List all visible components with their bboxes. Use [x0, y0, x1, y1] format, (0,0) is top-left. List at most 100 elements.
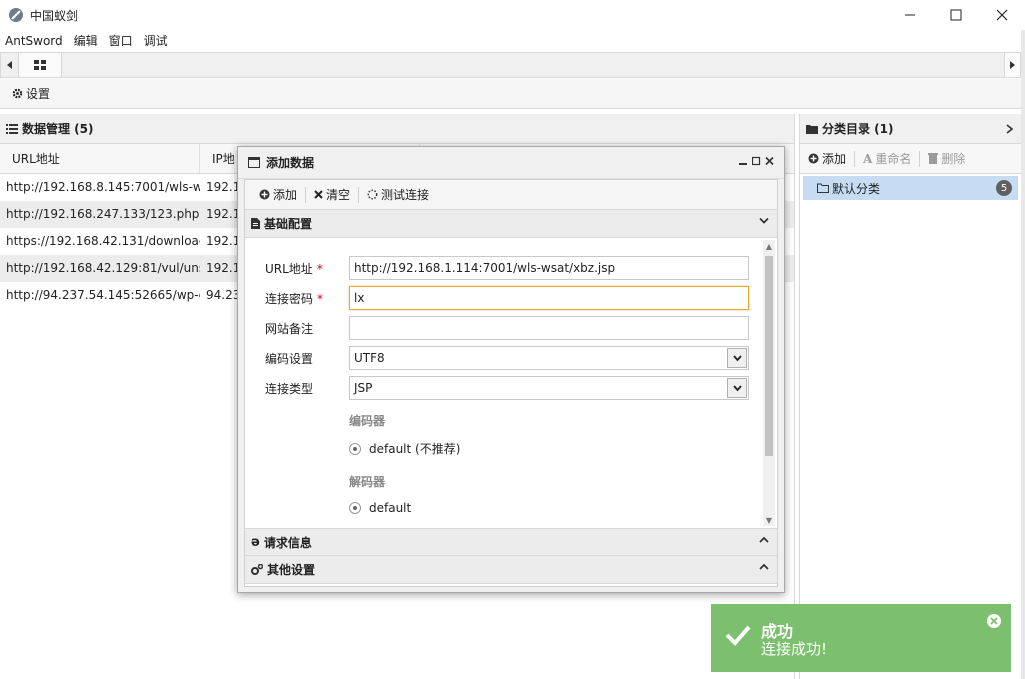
section-basic-config[interactable]: 基础配置	[245, 210, 777, 238]
row-url: http://192.168.8.145:7001/wls-wsat/xbz.j…	[6, 180, 200, 194]
dialog-test-connection-button[interactable]: 测试连接	[359, 186, 437, 203]
category-count-badge: 5	[996, 180, 1012, 196]
dialog-clear-button[interactable]: 清空	[306, 186, 358, 203]
url-row: URL地址 * http://192.168.1.114:7001/wls-wsa…	[245, 255, 761, 281]
tab-scroll-left-button[interactable]	[1, 53, 19, 77]
dialog-title-bar[interactable]: 添加数据	[238, 147, 784, 179]
row-url: http://192.168.247.133/123.php	[6, 207, 200, 221]
category-delete-button[interactable]: 删除	[920, 150, 973, 167]
url-input[interactable]: http://192.168.1.114:7001/wls-wsat/xbz.j…	[349, 256, 749, 280]
caret-right-icon	[1009, 61, 1015, 69]
note-label: 网站备注	[265, 321, 314, 336]
encoder-option-default[interactable]: default (不推荐)	[349, 440, 460, 457]
tab-scroll-right-button[interactable]	[1004, 53, 1020, 77]
window-title: 中国蚁剑	[30, 8, 79, 23]
category-item-default[interactable]: 默认分类 5	[803, 176, 1018, 200]
type-value: JSP	[354, 381, 373, 395]
dialog-add-button[interactable]: 添加	[251, 186, 305, 203]
encoding-row: 编码设置 UTF8	[245, 345, 761, 371]
radio-icon[interactable]	[349, 442, 361, 455]
settings-button[interactable]: 设置	[12, 85, 50, 102]
section-request-info[interactable]: ə 请求信息	[245, 528, 777, 556]
decoder-heading: 解码器	[349, 475, 386, 489]
checkmark-icon	[725, 625, 751, 646]
section-request-label: 请求信息	[263, 535, 312, 550]
decoder-option-default[interactable]: default	[349, 501, 411, 515]
chevron-right-icon[interactable]	[1006, 124, 1013, 134]
basic-config-form: URL地址 * http://192.168.1.114:7001/wls-wsa…	[245, 238, 777, 528]
scroll-up-icon[interactable]: ▲	[763, 240, 775, 252]
menu-edit[interactable]: 编辑	[69, 30, 104, 52]
dialog-test-label: 测试连接	[381, 188, 430, 202]
close-icon	[314, 190, 323, 199]
scrollbar-thumb[interactable]	[765, 256, 773, 456]
list-icon	[6, 123, 18, 134]
row-url: http://192.168.42.129:81/vul/unsafeuploa…	[6, 261, 200, 275]
tab-home[interactable]	[19, 53, 62, 77]
data-manager-header: 数据管理 (5)	[0, 114, 794, 144]
encoding-value: UTF8	[354, 351, 385, 365]
row-ip: 192.1	[206, 234, 240, 248]
type-select[interactable]: JSP	[349, 376, 749, 400]
password-input[interactable]: lx	[349, 286, 749, 310]
row-ip: 192.1	[206, 180, 240, 194]
encoding-select[interactable]: UTF8	[349, 346, 749, 370]
column-header-url[interactable]: URL地址	[0, 144, 200, 173]
window-icon	[248, 157, 260, 168]
category-add-button[interactable]: 添加	[800, 150, 854, 167]
encoding-label: 编码设置	[265, 351, 314, 366]
password-row: 连接密码 * lx	[245, 285, 761, 311]
row-ip: 94.23	[206, 288, 240, 302]
folder-icon	[806, 124, 818, 134]
category-add-label: 添加	[822, 152, 847, 166]
radio-icon[interactable]	[349, 502, 361, 514]
dialog-close-button[interactable]	[765, 155, 774, 169]
close-icon	[990, 617, 998, 625]
section-other-settings[interactable]: 其他设置	[245, 556, 777, 584]
note-row: 网站备注	[245, 315, 761, 341]
scroll-down-icon[interactable]: ▼	[763, 514, 775, 526]
dialog-add-label: 添加	[273, 188, 298, 202]
folder-open-icon	[817, 183, 829, 193]
note-input[interactable]	[349, 316, 749, 340]
settings-label: 设置	[26, 87, 51, 101]
dropdown-button[interactable]	[727, 348, 747, 368]
form-scrollbar[interactable]: ▲ ▼	[763, 240, 775, 526]
caret-left-icon	[6, 61, 12, 69]
maximize-button[interactable]	[933, 0, 979, 30]
menu-debug[interactable]: 调试	[139, 30, 174, 52]
menu-antsword[interactable]: AntSword	[0, 30, 69, 52]
toast-close-button[interactable]	[987, 614, 1001, 628]
minimize-icon	[739, 163, 747, 165]
chevron-down-icon	[732, 354, 742, 361]
ie-icon: ə	[251, 534, 260, 550]
row-ip: 192.1	[206, 261, 240, 275]
dialog-maximize-button[interactable]	[751, 155, 761, 169]
menu-bar: AntSword 编辑 窗口 调试	[0, 30, 1025, 52]
section-other-label: 其他设置	[267, 563, 316, 577]
category-rename-button[interactable]: A 重命名	[855, 150, 919, 167]
trash-icon	[928, 153, 939, 164]
data-manager-title: 数据管理 (5)	[22, 122, 94, 136]
category-delete-label: 删除	[941, 152, 966, 166]
file-icon	[251, 218, 260, 229]
gears-icon	[251, 564, 263, 575]
password-label: 连接密码 *	[265, 291, 324, 306]
dialog-body: 添加 清空 测试连接 基础配置 URL地址 * http://192.168.1.…	[244, 179, 778, 587]
type-label: 连接类型	[265, 381, 314, 396]
close-window-button[interactable]	[979, 0, 1025, 30]
window-scrollbar[interactable]	[1021, 30, 1025, 679]
dropdown-button[interactable]	[727, 378, 747, 398]
category-toolbar: 添加 A 重命名 删除	[800, 144, 1021, 174]
dialog-title: 添加数据	[266, 156, 315, 170]
category-panel: 分类目录 (1) 添加 A 重命名 删除 默认分类 5	[799, 114, 1021, 679]
encoder-heading: 编码器	[349, 414, 386, 428]
dialog-minimize-button[interactable]	[739, 155, 748, 169]
minimize-button[interactable]	[887, 0, 933, 30]
menu-window[interactable]: 窗口	[104, 30, 139, 52]
gear-icon	[12, 88, 23, 99]
encoder-option-label: default (不推荐)	[369, 442, 461, 456]
section-basic-label: 基础配置	[264, 217, 313, 231]
row-url: http://94.237.54.145:52665/wp-content/	[6, 288, 200, 302]
plus-circle-icon	[259, 189, 270, 200]
